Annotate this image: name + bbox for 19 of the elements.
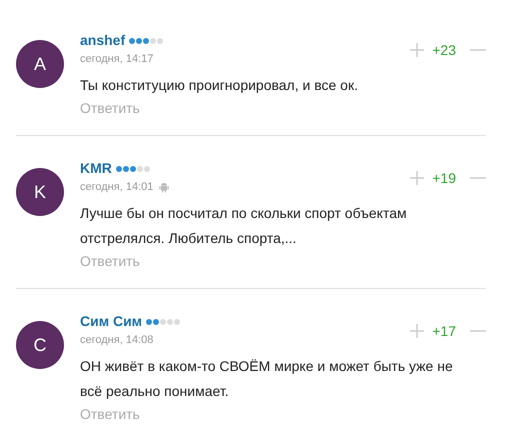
plus-icon[interactable] xyxy=(410,171,424,185)
plus-icon[interactable] xyxy=(410,43,424,57)
comment-text: ОН живёт в каком-то СВОЁМ мирке и может быть уже не всё реально понимает. xyxy=(80,357,454,401)
vote-score: +17 xyxy=(432,323,456,339)
comment-text: Лучше бы он посчитал по скольки спорт объектам отстрелялся. Любитель спорта,... xyxy=(80,204,408,248)
author-name[interactable]: Сим Сим xyxy=(80,313,142,329)
comment-time: сегодня, 14:01 xyxy=(80,181,154,193)
avatar: A xyxy=(16,40,64,88)
vote-score: +23 xyxy=(432,42,456,58)
comment-time: сегодня, 14:08 xyxy=(80,334,154,346)
comment-text: Ты конституцию проигнорировал, и все ок. xyxy=(80,76,359,95)
comment-time: сегодня, 14:17 xyxy=(80,53,154,65)
author-name[interactable]: anshef xyxy=(80,32,126,48)
vote-score: +19 xyxy=(432,170,456,186)
android-icon xyxy=(159,182,170,192)
avatar: С xyxy=(16,321,64,369)
plus-icon[interactable] xyxy=(410,324,424,338)
author-name[interactable]: KMR xyxy=(80,160,112,176)
avatar: K xyxy=(16,168,64,216)
